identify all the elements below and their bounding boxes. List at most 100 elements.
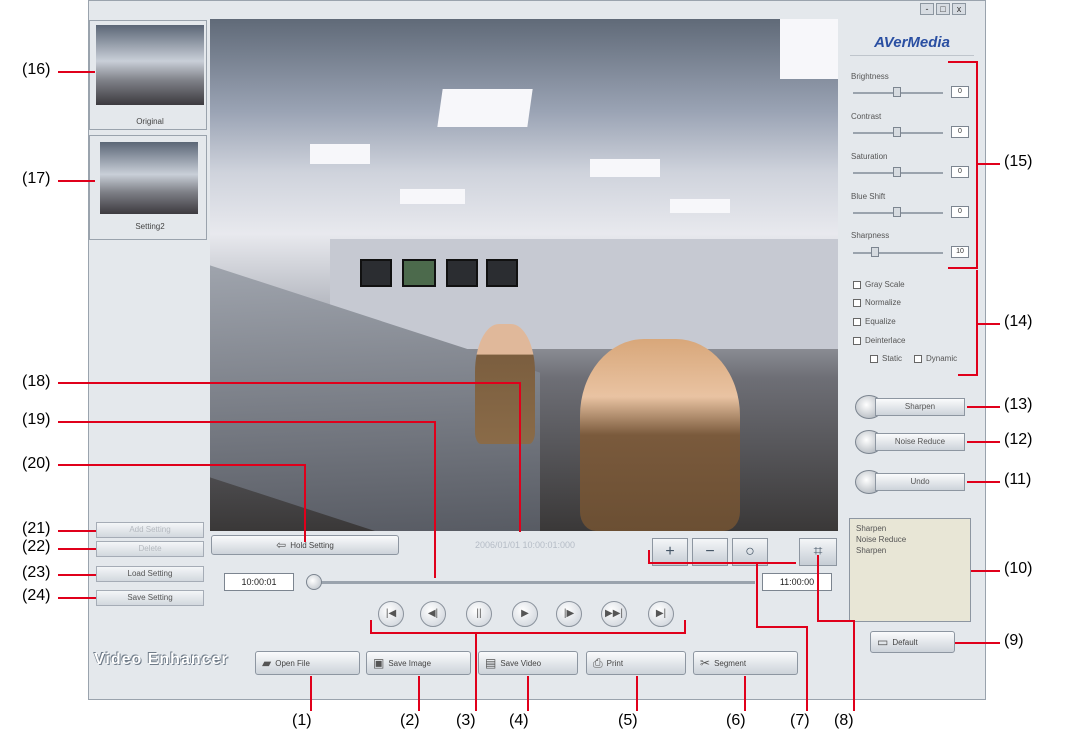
normalize-box[interactable] — [853, 298, 861, 307]
step-back-button[interactable]: ◀| — [420, 601, 446, 627]
normalize-checkbox[interactable]: Normalize — [853, 298, 901, 307]
contrast-knob[interactable] — [893, 127, 901, 137]
deinterlace-box[interactable] — [853, 336, 861, 345]
blue-shift-value[interactable]: 0 — [951, 206, 969, 218]
callout-line-14-bottom — [958, 374, 978, 376]
callout-line-3-l — [370, 620, 372, 634]
timeline-knob[interactable] — [306, 574, 322, 590]
sharpness-knob[interactable] — [871, 247, 879, 257]
save-setting-button[interactable]: Save Setting — [96, 590, 204, 606]
add-setting-button[interactable]: Add Setting — [96, 522, 204, 538]
callout-3: (3) — [456, 712, 476, 729]
brightness-label: Brightness — [851, 72, 889, 81]
history-item[interactable]: Sharpen — [856, 523, 964, 534]
callout-21: (21) — [22, 520, 51, 537]
sharpness-value[interactable]: 10 — [951, 246, 969, 258]
default-label: Default — [892, 637, 918, 647]
brightness-value[interactable]: 0 — [951, 86, 969, 98]
history-item[interactable]: Noise Reduce — [856, 534, 964, 545]
deinterlace-checkbox[interactable]: Deinterlace — [853, 336, 905, 345]
operator-woman — [580, 339, 740, 531]
callout-9: (9) — [1004, 632, 1024, 649]
callout-line-23 — [58, 574, 96, 576]
folder-icon: ▰ — [262, 656, 272, 670]
original-thumbnail[interactable]: Original — [89, 20, 207, 130]
history-list[interactable]: Sharpen Noise Reduce Sharpen — [849, 518, 971, 622]
callout-line-15-top — [948, 61, 978, 63]
callout-13: (13) — [1004, 396, 1033, 413]
callout-line-16 — [58, 71, 95, 73]
first-frame-button[interactable]: |◀ — [378, 601, 404, 627]
step-forward-button[interactable]: |▶ — [556, 601, 582, 627]
load-setting-button[interactable]: Load Setting — [96, 566, 204, 582]
callout-line-18 — [58, 382, 520, 384]
history-item[interactable]: Sharpen — [856, 545, 964, 556]
setting-thumbnail[interactable]: Setting2 — [89, 135, 207, 240]
default-button[interactable]: ▭ Default — [870, 631, 955, 653]
open-file-label: Open File — [275, 658, 310, 668]
saturation-value[interactable]: 0 — [951, 166, 969, 178]
ceiling-light — [670, 199, 730, 213]
contrast-value[interactable]: 0 — [951, 126, 969, 138]
fast-forward-button[interactable]: ▶▶| — [601, 601, 627, 627]
brightness-knob[interactable] — [893, 87, 901, 97]
equalize-box[interactable] — [853, 317, 861, 326]
static-label: Static — [882, 354, 903, 363]
sharpness-track[interactable] — [853, 252, 943, 254]
callout-19: (19) — [22, 411, 51, 428]
callout-line-1 — [310, 676, 312, 711]
segment-button[interactable]: ✂ Segment — [693, 651, 798, 675]
zoom-out-icon: − — [705, 543, 715, 560]
print-button[interactable]: ⎙ Print — [586, 651, 686, 675]
undo-label: Undo — [875, 473, 965, 491]
save-video-button[interactable]: ▤ Save Video — [478, 651, 578, 675]
wall-monitor — [360, 259, 392, 287]
timestamp-display: 2006/01/01 10:00:01:000 — [474, 540, 576, 550]
save-image-button[interactable]: ▣ Save Image — [366, 651, 471, 675]
equalize-checkbox[interactable]: Equalize — [853, 317, 896, 326]
last-frame-button[interactable]: ▶| — [648, 601, 674, 627]
undo-button[interactable]: Undo — [855, 470, 967, 494]
callout-6: (6) — [726, 712, 746, 729]
gray-scale-box[interactable] — [853, 280, 861, 289]
callout-17: (17) — [22, 170, 51, 187]
brand-logo: AVerMedia — [850, 34, 974, 56]
delete-setting-button[interactable]: Delete — [96, 541, 204, 557]
close-button[interactable]: x — [952, 3, 966, 15]
hold-setting-label: Hold Setting — [290, 540, 334, 550]
callout-11: (11) — [1004, 471, 1032, 488]
play-button[interactable]: ▶ — [512, 601, 538, 627]
dynamic-box[interactable] — [914, 354, 922, 363]
wall-monitor — [446, 259, 478, 287]
segment-label: Segment — [714, 658, 747, 668]
sharpness-label: Sharpness — [851, 231, 890, 240]
static-box[interactable] — [870, 354, 878, 363]
image-icon: ▣ — [373, 656, 385, 670]
callout-15: (15) — [1004, 153, 1033, 170]
gray-scale-checkbox[interactable]: Gray Scale — [853, 280, 905, 289]
blue-shift-knob[interactable] — [893, 207, 901, 217]
minimize-button[interactable]: - — [920, 3, 934, 15]
zoom-in-icon: + — [665, 543, 675, 560]
maximize-button[interactable]: □ — [936, 3, 950, 15]
callout-20: (20) — [22, 455, 51, 472]
callout-line-8-a — [817, 555, 819, 621]
sharpen-button[interactable]: Sharpen — [855, 395, 967, 419]
wall-monitor — [486, 259, 518, 287]
static-option[interactable]: Static — [870, 354, 902, 363]
timeline-track[interactable] — [310, 581, 755, 584]
callout-line-21 — [58, 530, 96, 532]
callout-line-17 — [58, 180, 95, 182]
save-image-label: Save Image — [388, 658, 432, 668]
film-icon: ▤ — [485, 656, 497, 670]
noise-reduce-button[interactable]: Noise Reduce — [855, 430, 967, 454]
saturation-knob[interactable] — [893, 167, 901, 177]
noise-reduce-label: Noise Reduce — [875, 433, 965, 451]
callout-line-7-d — [756, 626, 808, 628]
dynamic-option[interactable]: Dynamic — [914, 354, 957, 363]
open-file-button[interactable]: ▰ Open File — [255, 651, 360, 675]
callout-18: (18) — [22, 373, 51, 390]
original-thumbnail-label: Original — [136, 117, 164, 126]
pause-button[interactable]: || — [466, 601, 492, 627]
callout-line-20-v — [304, 464, 306, 542]
